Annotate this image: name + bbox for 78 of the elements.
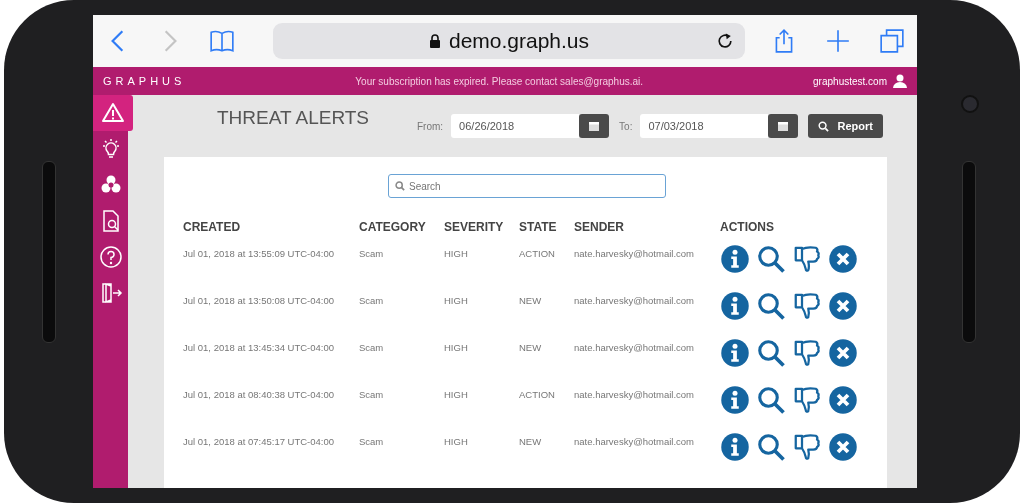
table-cell-text: nate.harvesky@hotmail.com [574, 389, 695, 402]
search-icon[interactable] [756, 291, 786, 321]
column-header: ACTIONS [720, 220, 775, 236]
table-cell-text: nate.harvesky@hotmail.com [574, 436, 695, 449]
table-cell-text: HIGH [444, 342, 469, 355]
info-icon[interactable] [720, 385, 750, 415]
column-header: STATE [519, 220, 558, 236]
calendar-icon [589, 121, 600, 131]
logo: GRAPHUS [103, 75, 186, 87]
plus-icon[interactable] [825, 28, 851, 54]
page-title: THREAT ALERTS [217, 107, 371, 129]
close-icon[interactable] [828, 338, 858, 368]
search-field[interactable]: Search [388, 174, 666, 198]
table-cell-text: Scam [359, 389, 385, 402]
table-cell-text: Scam [359, 295, 385, 308]
info-icon[interactable] [720, 338, 750, 368]
table-cell-text: Jul 01, 2018 at 07:45:17 UTC-04:00 [183, 436, 336, 449]
account-name[interactable]: graphustest.com [813, 75, 887, 87]
search-icon[interactable] [756, 432, 786, 462]
column-header: SENDER [574, 220, 625, 236]
table-cell-text: nate.harvesky@hotmail.com [574, 248, 695, 261]
sidebar-item[interactable] [93, 95, 133, 131]
column-header: CREATED [183, 220, 242, 236]
bookmarks-icon[interactable] [209, 28, 235, 54]
thumbs-down-icon[interactable] [792, 244, 822, 274]
thumbs-down-icon[interactable] [792, 385, 822, 415]
table-cell-text: nate.harvesky@hotmail.com [574, 342, 695, 355]
close-icon[interactable] [828, 244, 858, 274]
info-icon[interactable] [720, 432, 750, 462]
from-label: From: [417, 120, 444, 132]
table-cell-text: HIGH [444, 389, 469, 402]
lock-icon [428, 34, 441, 48]
reload-icon[interactable] [715, 31, 735, 51]
tabs-icon[interactable] [879, 28, 905, 54]
calendar-icon [778, 121, 789, 131]
table-cell-text: HIGH [444, 295, 469, 308]
camera [961, 95, 979, 113]
from-date-field[interactable]: 06/26/2018 [451, 114, 580, 138]
table-cell-text: Scam [359, 436, 385, 449]
thumbs-down-icon[interactable] [792, 291, 822, 321]
help-icon [98, 245, 123, 269]
close-icon[interactable] [828, 432, 858, 462]
table-cell-text: Scam [359, 248, 385, 261]
report-button[interactable]: Report [808, 114, 883, 138]
search-icon [818, 120, 830, 132]
alert-icon [101, 101, 125, 125]
table-cell-text: Jul 01, 2018 at 13:50:08 UTC-04:00 [183, 295, 336, 308]
table-cell-text: NEW [519, 436, 543, 449]
table-cell-text: Scam [359, 342, 385, 355]
info-icon[interactable] [720, 291, 750, 321]
table-cell-text: HIGH [444, 436, 469, 449]
subscription-notice: Your subscription has expired. Please contact sales@graphus.ai. [354, 75, 645, 87]
to-label: To: [619, 120, 633, 132]
search-icon[interactable] [756, 385, 786, 415]
info-icon[interactable] [720, 244, 750, 274]
table-cell-text: Jul 01, 2018 at 08:40:38 UTC-04:00 [183, 389, 336, 402]
search-icon[interactable] [756, 338, 786, 368]
table-cell-text: ACTION [519, 248, 556, 261]
thumbs-down-icon[interactable] [792, 338, 822, 368]
table-cell-text: HIGH [444, 248, 469, 261]
table-cell-text: NEW [519, 295, 543, 308]
calendar-button[interactable] [768, 114, 799, 138]
table-cell-text: NEW [519, 342, 543, 355]
table-cell-text: Jul 01, 2018 at 13:45:34 UTC-04:00 [183, 342, 336, 355]
column-header: CATEGORY [359, 220, 427, 236]
search-icon[interactable] [756, 244, 786, 274]
table-cell-text: ACTION [519, 389, 556, 402]
table-cell-text: nate.harvesky@hotmail.com [574, 295, 695, 308]
user-icon[interactable] [893, 74, 907, 88]
thumbs-down-icon[interactable] [792, 432, 822, 462]
close-icon[interactable] [828, 385, 858, 415]
address-bar[interactable]: demo.graph.us [273, 23, 745, 59]
calendar-button[interactable] [579, 114, 610, 138]
table-cell-text: Jul 01, 2018 at 13:55:09 UTC-04:00 [183, 248, 336, 261]
close-icon[interactable] [828, 291, 858, 321]
search-icon [395, 181, 405, 191]
column-header: SEVERITY [444, 220, 505, 236]
to-date-field[interactable]: 07/03/2018 [640, 114, 769, 138]
